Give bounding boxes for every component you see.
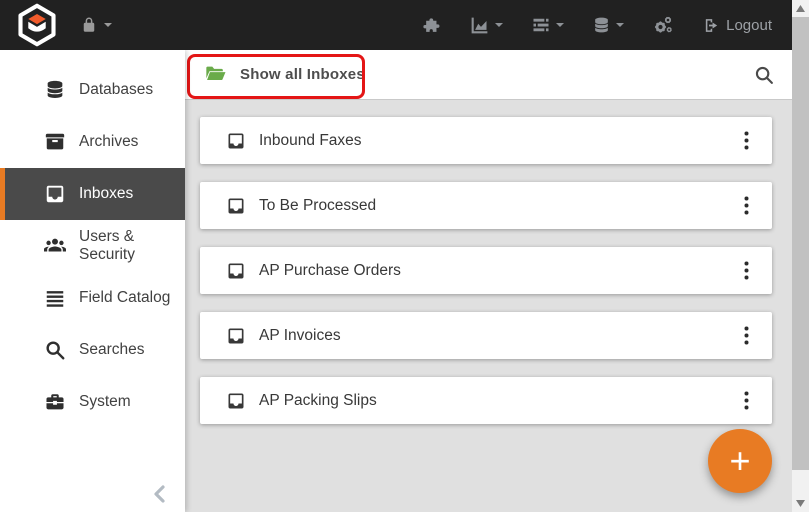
sidebar-collapse-chevron-icon[interactable] (148, 482, 172, 506)
sidebar-item-users-security[interactable]: Users & Security (0, 220, 185, 272)
caret-down-icon (556, 23, 565, 27)
puzzle-piece-icon (423, 17, 440, 32)
caret-down-icon (104, 23, 112, 27)
database-menu[interactable] (592, 16, 625, 35)
scrollbar-thumb[interactable] (792, 17, 809, 470)
kebab-menu-icon[interactable] (734, 389, 758, 413)
scroll-up-arrow-icon[interactable] (792, 0, 809, 17)
show-all-inboxes-label: Show all Inboxes (240, 65, 365, 83)
topbar: Logout (0, 0, 809, 50)
inbox-card-to-be-processed[interactable]: To Be Processed (200, 182, 772, 229)
inbox-card-label: Inbound Faxes (259, 131, 362, 149)
sidebar-item-inboxes[interactable]: Inboxes (0, 168, 185, 220)
lock-icon (83, 17, 95, 32)
kebab-menu-icon[interactable] (734, 129, 758, 153)
inbox-icon (228, 328, 244, 343)
scroll-down-arrow-icon[interactable] (792, 495, 809, 512)
kebab-menu-icon[interactable] (734, 259, 758, 283)
inbox-card-ap-packing-slips[interactable]: AP Packing Slips (200, 377, 772, 424)
logout-button[interactable]: Logout (703, 17, 772, 34)
list-icon (46, 291, 64, 307)
vertical-scrollbar[interactable] (792, 0, 809, 512)
inbox-card-label: AP Invoices (259, 326, 341, 344)
sidebar-item-label: Databases (79, 81, 154, 98)
inbox-card-label: AP Packing Slips (259, 391, 377, 409)
inbox-icon (228, 133, 244, 148)
settings-button[interactable] (652, 13, 676, 37)
cogs-icon (655, 16, 672, 33)
inbox-icon (228, 198, 244, 213)
sidebar-item-label: Users & Security (79, 228, 135, 263)
sidebar-item-databases[interactable]: Databases (0, 64, 185, 116)
database-icon (595, 17, 608, 32)
inbox-icon (228, 393, 244, 408)
kebab-menu-icon[interactable] (734, 194, 758, 218)
caret-down-icon (495, 23, 504, 27)
sidebar-menu: Databases Archives Inboxes Users & Secur… (0, 50, 185, 428)
folder-open-icon (206, 66, 226, 81)
kebab-menu-icon[interactable] (734, 324, 758, 348)
inbox-list: Inbound Faxes To Be Processed AP Purchas… (200, 117, 772, 442)
sidebar-item-searches[interactable]: Searches (0, 324, 185, 376)
sidebar-item-label: System (79, 393, 131, 410)
lock-menu[interactable] (80, 16, 113, 34)
puzzle-piece-button[interactable] (423, 16, 442, 35)
content-header: Show all Inboxes (185, 50, 792, 100)
area-chart-icon (471, 17, 488, 33)
search-icon (46, 341, 65, 360)
inbox-card-ap-purchase-orders[interactable]: AP Purchase Orders (200, 247, 772, 294)
caret-down-icon (616, 23, 625, 27)
database-icon (47, 80, 63, 98)
inbox-card-label: To Be Processed (259, 196, 377, 214)
logout-label: Logout (726, 16, 772, 34)
sidebar-item-field-catalog[interactable]: Field Catalog (0, 272, 185, 324)
inbox-icon (46, 185, 64, 203)
inbox-icon (228, 263, 244, 278)
sidebar-item-label: Searches (79, 341, 145, 358)
reports-menu[interactable] (469, 15, 504, 36)
search-icon[interactable] (753, 64, 775, 86)
inbox-card-ap-invoices[interactable]: AP Invoices (200, 312, 772, 359)
toolbox-icon (46, 394, 64, 410)
logout-icon (705, 18, 718, 32)
sidebar-item-label: Archives (79, 133, 139, 150)
sidebar: Databases Archives Inboxes Users & Secur… (0, 50, 185, 512)
show-all-inboxes-button[interactable]: Show all Inboxes (203, 63, 365, 85)
tasks-icon (533, 18, 549, 32)
app-logo-icon[interactable] (15, 3, 59, 47)
sidebar-item-label: Inboxes (79, 185, 134, 202)
users-icon (44, 238, 66, 252)
queues-menu[interactable] (531, 15, 565, 35)
sidebar-item-label: Field Catalog (79, 289, 171, 306)
inbox-card-label: AP Purchase Orders (259, 261, 401, 279)
add-inbox-fab-button[interactable]: + (708, 429, 772, 493)
inbox-card-inbound-faxes[interactable]: Inbound Faxes (200, 117, 772, 164)
archive-icon (45, 133, 65, 150)
sidebar-item-system[interactable]: System (0, 376, 185, 428)
plus-icon: + (729, 440, 751, 481)
sidebar-item-archives[interactable]: Archives (0, 116, 185, 168)
